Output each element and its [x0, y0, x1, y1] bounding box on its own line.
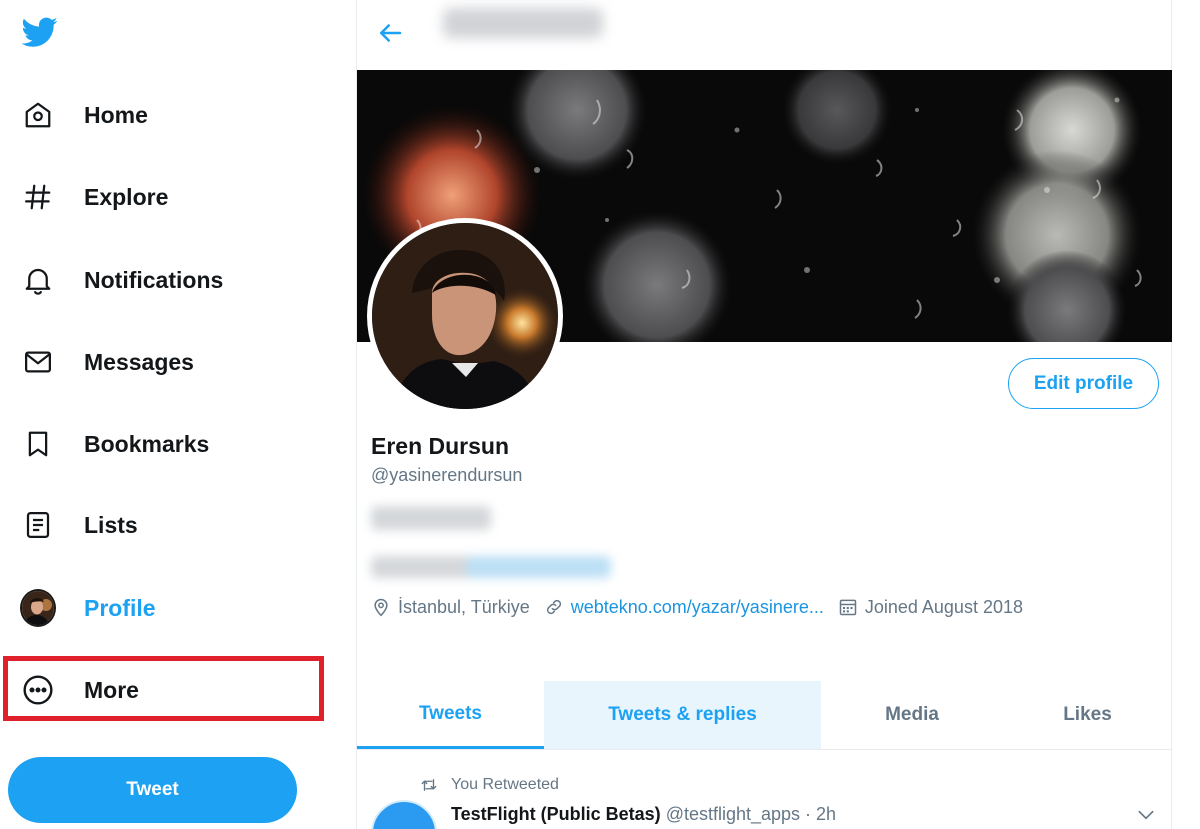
profile-handle: @yasinerendursun — [371, 465, 523, 485]
back-arrow-icon[interactable] — [375, 18, 407, 50]
sidebar-item-home[interactable]: Home — [20, 90, 148, 140]
tab-media[interactable]: Media — [821, 681, 1003, 749]
profile-display-name: Eren Dursun — [371, 433, 510, 459]
blurred-bio-link — [371, 556, 611, 578]
sidebar-nav: Home Explore Notifications Messages Book… — [0, 0, 356, 829]
hashtag-icon — [20, 179, 56, 215]
list-icon — [20, 507, 56, 543]
retweet-indicator: You Retweeted — [419, 776, 559, 794]
sidebar-item-profile[interactable]: Profile — [20, 583, 156, 633]
profile-avatar[interactable] — [367, 218, 563, 414]
testflight-avatar[interactable] — [371, 800, 437, 829]
sidebar-item-label: Notifications — [84, 266, 224, 293]
retweet-icon — [421, 779, 437, 791]
profile-meta-row: İstanbul, Türkiye webtekno.com/yazar/yas… — [371, 594, 1037, 620]
bookmark-icon — [20, 426, 56, 462]
blurred-header-title — [443, 8, 603, 38]
sidebar-item-label: Messages — [84, 348, 194, 375]
envelope-icon — [20, 344, 56, 380]
profile-header-bar — [357, 0, 1172, 70]
tweet-header: TestFlight (Public Betas) @testflight_ap… — [451, 804, 836, 825]
sidebar-item-label: Profile — [84, 594, 156, 621]
tab-tweets[interactable]: Tweets — [357, 681, 544, 749]
tab-likes[interactable]: Likes — [1003, 681, 1172, 749]
highlight-annotation-box — [3, 656, 324, 721]
profile-main-column: Edit profile Eren Dursun @yasinerendursu… — [356, 0, 1172, 829]
blurred-bio — [371, 506, 491, 530]
profile-joined: Joined August 2018 — [838, 597, 1023, 618]
twitter-bird-icon[interactable] — [20, 14, 62, 52]
profile-location: İstanbul, Türkiye — [371, 597, 530, 618]
location-pin-icon — [374, 598, 388, 617]
tab-tweets-and-replies[interactable]: Tweets & replies — [544, 681, 821, 749]
profile-tabs: Tweets Tweets & replies Media Likes — [357, 681, 1172, 750]
sidebar-item-label: Explore — [84, 183, 169, 210]
bell-icon — [20, 262, 56, 298]
sidebar-item-notifications[interactable]: Notifications — [20, 255, 223, 305]
sidebar-item-explore[interactable]: Explore — [20, 172, 168, 222]
sidebar-item-bookmarks[interactable]: Bookmarks — [20, 419, 209, 469]
sidebar-item-label: Home — [84, 101, 148, 128]
tweet-author-meta: @testflight_apps · 2h — [665, 804, 837, 824]
calendar-icon — [839, 599, 857, 616]
chevron-down-icon[interactable] — [1136, 808, 1158, 824]
profile-website[interactable]: webtekno.com/yazar/yasinere... — [544, 597, 824, 618]
tweet-button[interactable]: Tweet — [8, 757, 297, 823]
sidebar-item-label: Lists — [84, 511, 138, 538]
home-icon — [20, 97, 56, 133]
sidebar-item-label: Bookmarks — [84, 430, 210, 457]
edit-profile-button[interactable]: Edit profile — [1008, 358, 1159, 409]
sidebar-item-messages[interactable]: Messages — [20, 337, 194, 387]
link-icon — [546, 599, 561, 615]
sidebar-item-lists[interactable]: Lists — [20, 500, 138, 550]
avatar — [20, 589, 56, 627]
tweet-author-name[interactable]: TestFlight (Public Betas) — [451, 804, 661, 824]
